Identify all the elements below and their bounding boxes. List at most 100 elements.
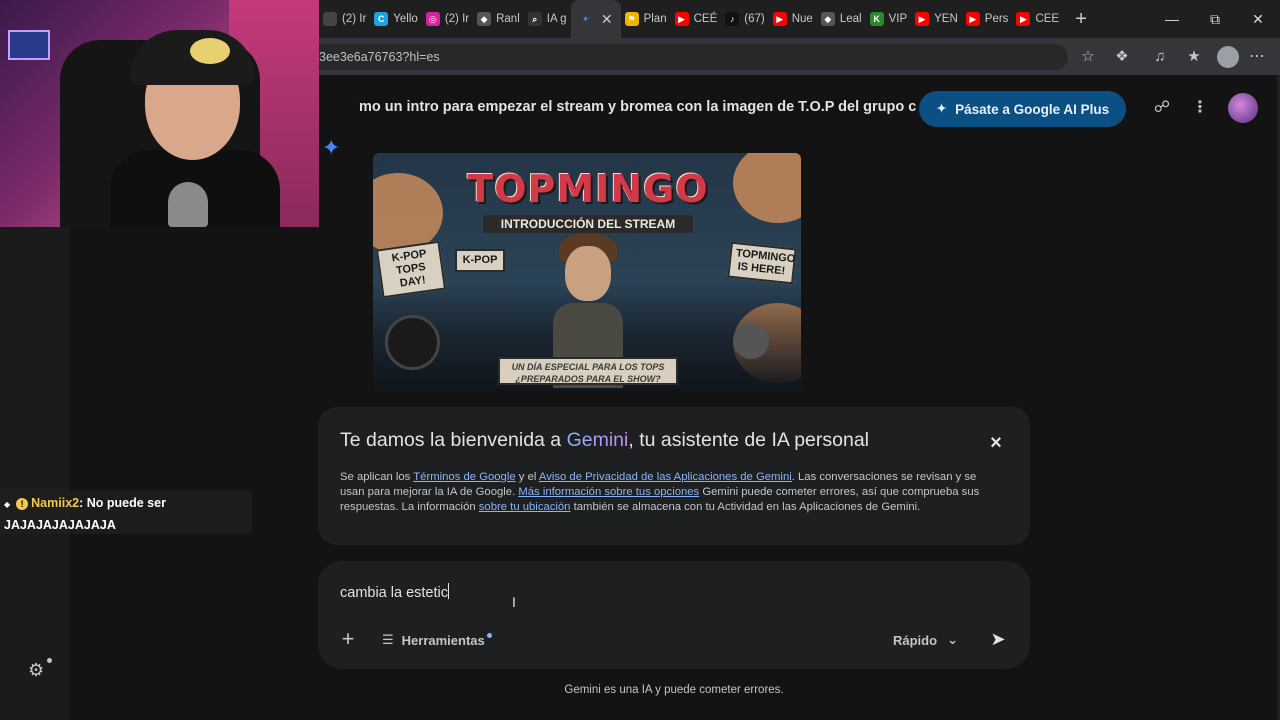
ibeam-cursor-icon: I [512, 594, 516, 610]
youtube-icon: ▶ [1016, 12, 1031, 26]
chat-text-line2: JAJAJAJAJAJAJA [4, 518, 116, 532]
tab-label: YEN [934, 13, 958, 25]
tab-label: Ranl [496, 13, 520, 25]
browser-tab[interactable]: ◎ (2) Ir [422, 0, 473, 38]
microphone-graphic [733, 323, 769, 359]
youtube-icon: ▶ [772, 12, 787, 26]
browser-tab[interactable]: ◆ Leal [817, 0, 866, 38]
youtube-icon: ▶ [674, 12, 689, 26]
tab-label: VIP [888, 13, 908, 25]
tab-label: Nue [791, 13, 813, 25]
stream-chat-message: ◆! Namiix2: No puede ser JAJAJAJAJAJAJA [0, 490, 252, 534]
close-window-icon[interactable]: ✕ [1238, 0, 1278, 38]
disclaimer: Gemini es una IA y puede cometer errores… [564, 684, 784, 696]
browser-tab[interactable]: C Yello [370, 0, 422, 38]
privacy-link[interactable]: Aviso de Privacidad de las Aplicaciones … [539, 471, 792, 483]
gemini-icon: ✦ [581, 13, 590, 24]
browser-tab[interactable]: ♪ (67) [721, 0, 768, 38]
minimize-icon[interactable]: — [1152, 0, 1192, 38]
user-avatar[interactable] [1228, 93, 1258, 123]
tab-label: (2) Ir [342, 13, 367, 25]
more-info-link[interactable]: Más información sobre tus opciones [518, 486, 699, 498]
tab-label: (67) [744, 13, 765, 25]
youtube-icon: ▶ [915, 12, 930, 26]
image-title: TOPMINGO [467, 167, 709, 211]
browser-menu-icon[interactable]: ⋯ [1249, 46, 1265, 66]
tab-label: CEE [1035, 13, 1060, 25]
location-link[interactable]: sobre tu ubicación [479, 501, 571, 513]
media-icon[interactable]: ♫ [1149, 46, 1171, 68]
left-side-panel [0, 227, 70, 720]
welcome-card: Te damos la bienvenida a Gemini, tu asis… [318, 407, 1030, 545]
prompt-input[interactable]: cambia la estetic [340, 583, 449, 601]
model-mode-selector[interactable]: Rápido ⌄ [893, 629, 958, 651]
tab-label: Plan [643, 13, 667, 25]
instagram-icon: ◎ [425, 12, 440, 26]
paint-splash [733, 153, 801, 223]
gemini-main: mo un intro para empezar el stream y bro… [318, 75, 1277, 715]
settings-gear-icon[interactable]: ⚙ [28, 658, 52, 680]
prompt-input-box[interactable]: cambia la estetic I + ☰ Herramientas Ráp… [318, 561, 1030, 669]
text-caret [448, 583, 449, 599]
mode-label: Rápido [893, 632, 938, 648]
prompt-value: cambia la estetic [340, 585, 448, 601]
browser-profile-icon[interactable] [1217, 46, 1239, 68]
sparkle-icon: ✦ [935, 101, 948, 116]
vinyl-record [385, 315, 440, 370]
welcome-title: Te damos la bienvenida a Gemini, tu asis… [340, 429, 1008, 452]
url-field[interactable]: 3ee3e6a76763?hl=es [319, 44, 1068, 70]
close-tab-icon[interactable]: ✕ [601, 11, 613, 28]
browser-tab[interactable]: ▶ Pers [962, 0, 1013, 38]
restore-icon[interactable]: ⧉ [1195, 0, 1235, 38]
welcome-text: Se aplican los [340, 471, 414, 483]
webcam-overlay [0, 0, 319, 227]
favorites-icon[interactable]: ★ [1183, 46, 1205, 68]
k-icon: K [869, 12, 884, 26]
close-icon[interactable]: × [986, 433, 1006, 453]
diamond-icon: ◆ [477, 12, 492, 26]
gemini-brand: Gemini [566, 429, 629, 451]
image-banner: UN DÍA ESPECIAL PARA LOS TOPS ¿PREPARADO… [498, 357, 678, 385]
browser-tab[interactable]: (2) Ir [319, 0, 370, 38]
sign-left-2: K-POP [455, 249, 505, 272]
sign-left-1: K-POP TOPS DAY! [375, 240, 447, 299]
star-icon[interactable]: ☆ [1077, 46, 1099, 68]
youtube-icon: ▶ [965, 12, 980, 26]
browser-tab[interactable]: ⚑ Plan [621, 0, 671, 38]
tiktok-icon: ♪ [725, 12, 740, 26]
terms-link[interactable]: Términos de Google [413, 471, 515, 483]
tab-label: Pers [984, 13, 1009, 25]
new-tab-button[interactable]: + [1067, 8, 1095, 31]
browser-tab[interactable]: K VIP [866, 0, 912, 38]
chat-text: : No puede ser [79, 496, 166, 510]
search-icon: ⌕ [527, 12, 542, 26]
welcome-title-prefix: Te damos la bienvenida a [340, 429, 567, 451]
chat-badge-icon: ! [16, 498, 29, 510]
add-file-button[interactable]: + [336, 627, 360, 651]
tab-label: CEÉ [693, 13, 718, 25]
share-icon[interactable]: ☍ [1151, 97, 1173, 119]
browser-tab[interactable]: ▶ CEÉ [671, 0, 722, 38]
tab-active[interactable]: ✦ ✕ [570, 0, 621, 38]
upgrade-button[interactable]: ✦ Pásate a Google AI Plus [919, 91, 1126, 127]
flag-icon: ⚑ [624, 12, 639, 26]
welcome-text: y el [515, 471, 539, 483]
extensions-icon[interactable]: ❖ [1111, 46, 1133, 68]
sign-right: TOPMINGO IS HERE! [727, 241, 797, 285]
notification-dot [47, 658, 52, 663]
browser-tab[interactable]: ▶ Nue [769, 0, 817, 38]
browser-tab[interactable]: ▶ YEN [911, 0, 962, 38]
browser-tab[interactable]: ▶ CEE [1012, 0, 1063, 38]
more-options-icon[interactable]: ⋮ [1189, 97, 1211, 119]
new-indicator-dot [486, 632, 492, 638]
tab-label: Leal [839, 13, 862, 25]
tab-label: IA g [546, 13, 567, 25]
generated-image[interactable]: TOPMINGO INTRODUCCIÓN DEL STREAM K-POP T… [373, 153, 801, 391]
browser-tab[interactable]: ◆ Ranl [473, 0, 524, 38]
send-button[interactable]: ➤ [986, 627, 1010, 651]
screen: (2) Ir C Yello ◎ (2) Ir ◆ Ranl ⌕ IA g ✦ ✕ ⚑ Plan ▶ CEÉ… [0, 0, 1280, 720]
browser-tab[interactable]: ⌕ IA g [524, 0, 571, 38]
welcome-text: también se almacena con tu Actividad en … [570, 501, 921, 513]
tab-bar: (2) Ir C Yello ◎ (2) Ir ◆ Ranl ⌕ IA g ✦ ✕ ⚑ Plan ▶ CEÉ… [319, 0, 1280, 38]
tools-button[interactable]: ☰ Herramientas [382, 629, 492, 651]
